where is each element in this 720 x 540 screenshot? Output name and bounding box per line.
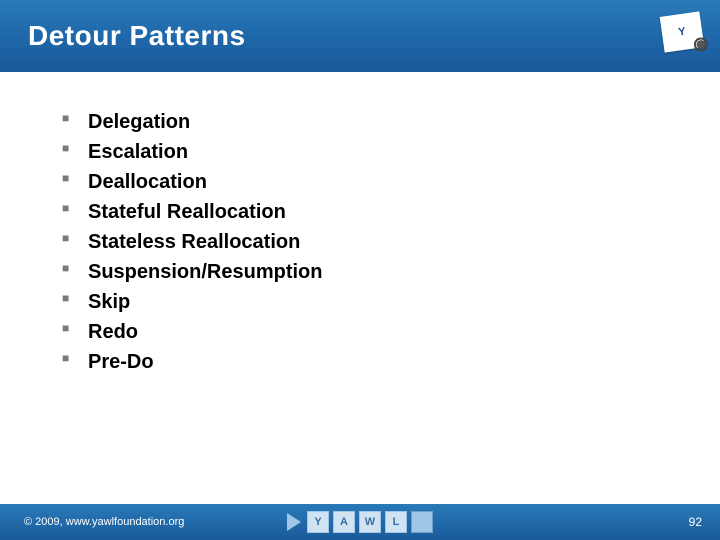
gear-icon — [693, 37, 709, 53]
list-item: Pre-Do — [56, 348, 664, 376]
slide-title: Detour Patterns — [28, 20, 246, 52]
copyright-text: © 2009, www.yawlfoundation.org — [24, 516, 184, 528]
logo-letter-y: Y — [307, 511, 329, 533]
footer-bar: © 2009, www.yawlfoundation.org Y A W L 9… — [0, 504, 720, 540]
logo-end-square — [411, 511, 433, 533]
list-item: Skip — [56, 288, 664, 316]
title-bar: Detour Patterns Y — [0, 0, 720, 72]
logo-letter-w: W — [359, 511, 381, 533]
yawl-logo-icon: Y — [660, 11, 705, 52]
slide: Detour Patterns Y Delegation Escalation … — [0, 0, 720, 540]
slide-body: Delegation Escalation Deallocation State… — [0, 72, 720, 376]
list-item: Escalation — [56, 138, 664, 166]
bullet-list: Delegation Escalation Deallocation State… — [56, 108, 664, 376]
list-item: Deallocation — [56, 168, 664, 196]
play-icon — [287, 513, 301, 531]
yawl-logo-letter: Y — [678, 26, 687, 39]
list-item: Stateful Reallocation — [56, 198, 664, 226]
list-item: Redo — [56, 318, 664, 346]
list-item: Suspension/Resumption — [56, 258, 664, 286]
logo-letter-l: L — [385, 511, 407, 533]
page-number: 92 — [689, 515, 702, 529]
logo-letter-a: A — [333, 511, 355, 533]
yawl-footer-logo: Y A W L — [287, 511, 433, 533]
list-item: Stateless Reallocation — [56, 228, 664, 256]
list-item: Delegation — [56, 108, 664, 136]
